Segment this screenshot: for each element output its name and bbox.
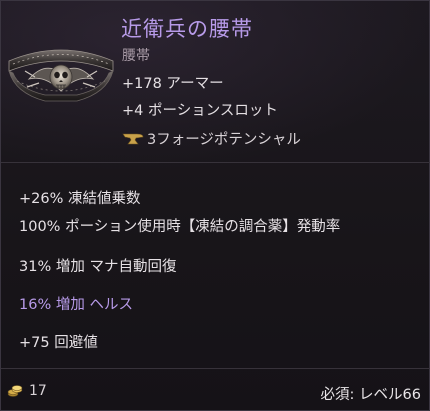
- footer-divider: [1, 368, 430, 369]
- anvil-icon: [122, 133, 144, 144]
- affix-health: 16% 増加 ヘルス: [19, 297, 133, 313]
- price-value: 17: [29, 383, 47, 399]
- forge-potential-text: 3フォージポテンシャル: [147, 132, 301, 148]
- item-price: 17: [7, 383, 47, 399]
- forge-potential: 3フォージポテンシャル: [122, 128, 301, 149]
- gold-coin-icon: [7, 385, 23, 397]
- affix-potion-proc: 100% ポーション使用時【凍結の調合薬】発動率: [19, 219, 341, 235]
- affix-dodge: +75 回避値: [19, 335, 98, 351]
- section-divider: [1, 162, 430, 163]
- requirement-value: 66: [402, 387, 421, 403]
- affix-mana-regen: 31% 増加 マナ自動回復: [19, 259, 177, 275]
- base-stat-potion-slots: +4 ポーションスロット: [122, 103, 278, 119]
- item-name: 近衛兵の腰帯: [121, 17, 253, 41]
- item-tooltip: 近衛兵の腰帯 腰帯 +178 アーマー +4 ポーションスロット 3フォージポテ…: [0, 0, 430, 411]
- affix-freeze-multiplier: +26% 凍結値乗数: [19, 191, 141, 207]
- base-stat-armor: +178 アーマー: [122, 76, 224, 92]
- item-type: 腰帯: [122, 48, 150, 64]
- requirement-label: 必須: レベル: [320, 387, 403, 403]
- belt-item-image: [8, 49, 114, 102]
- level-requirement: 必須: レベル66: [321, 383, 421, 404]
